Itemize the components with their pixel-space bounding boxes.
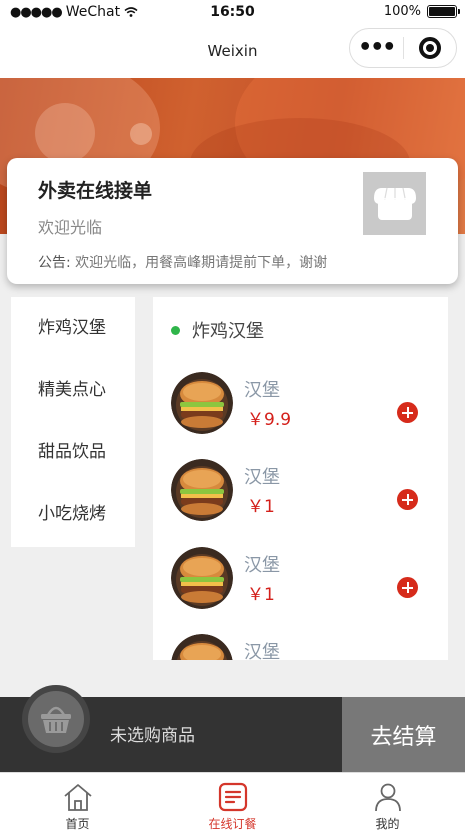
basket-icon	[41, 706, 71, 733]
battery-percent: 100%	[383, 4, 421, 19]
product-item[interactable]: 汉堡 ￥9.9	[171, 372, 441, 436]
burger-image	[171, 459, 233, 521]
notice-text: 欢迎光临，用餐高峰期请提前下单，谢谢	[75, 255, 328, 271]
shop-logo	[363, 172, 426, 235]
banner-decoration	[35, 103, 95, 163]
add-to-cart-button[interactable]	[397, 489, 418, 510]
bottom-tab-bar: 首页 在线订餐 我的	[0, 772, 465, 832]
shop-name: 外卖在线接单	[38, 180, 153, 202]
shop-notice: 公告: 欢迎光临，用餐高峰期请提前下单，谢谢	[38, 252, 327, 272]
cart-status-text: 未选购商品	[110, 726, 195, 746]
shop-info-card: 外卖在线接单 欢迎光临 公告: 欢迎光临，用餐高峰期请提前下单，谢谢	[7, 158, 458, 284]
home-icon	[61, 781, 95, 813]
tab-label: 在线订餐	[208, 817, 257, 831]
banner-decoration	[130, 123, 152, 145]
category-item[interactable]: 炸鸡汉堡	[11, 297, 135, 359]
close-circle-icon	[418, 37, 441, 59]
section-dot-icon	[171, 325, 180, 335]
order-icon	[216, 781, 250, 813]
tab-mine[interactable]: 我的	[310, 773, 465, 832]
person-icon	[371, 781, 405, 813]
cart-bar: 未选购商品 去结算	[0, 685, 465, 772]
nav-bar: Weixin •••	[0, 26, 465, 78]
shop-welcome: 欢迎光临	[38, 218, 103, 237]
section-title: 炸鸡汉堡	[192, 321, 264, 342]
category-item[interactable]: 精美点心	[11, 359, 135, 421]
add-to-cart-button[interactable]	[397, 577, 418, 598]
product-item[interactable]: 汉堡 ￥1	[171, 459, 441, 523]
cart-button[interactable]	[22, 685, 90, 753]
category-item[interactable]: 小吃烧烤	[11, 483, 135, 545]
product-price: ￥1	[247, 585, 275, 605]
checkout-button[interactable]: 去结算	[342, 697, 465, 772]
burger-image	[171, 634, 233, 660]
burger-image	[171, 372, 233, 434]
tab-order-online[interactable]: 在线订餐	[155, 773, 310, 832]
tab-label: 首页	[65, 817, 90, 831]
category-item[interactable]: 甜品饮品	[11, 421, 135, 483]
product-list: 炸鸡汉堡 汉堡 ￥9.9 汉堡 ￥1 汉堡 ￥1 汉堡	[153, 297, 448, 660]
tab-home[interactable]: 首页	[0, 773, 155, 832]
cart-icon-circle	[28, 691, 84, 747]
category-sidebar: 炸鸡汉堡 精美点心 甜品饮品 小吃烧烤	[11, 297, 135, 547]
product-price: ￥1	[247, 497, 275, 517]
product-price: ￥9.9	[247, 410, 292, 430]
status-bar: ●●●●● WeChat 16:50 100%	[0, 0, 465, 26]
storefront-icon	[373, 187, 416, 220]
notice-label: 公告:	[38, 255, 71, 271]
more-menu-icon[interactable]: •••	[350, 37, 403, 59]
battery-icon	[427, 5, 460, 18]
product-name: 汉堡	[244, 467, 280, 488]
section-header: 炸鸡汉堡	[171, 317, 264, 343]
product-name: 汉堡	[244, 380, 280, 401]
burger-image	[171, 547, 233, 609]
product-name: 汉堡	[244, 642, 280, 660]
product-item[interactable]: 汉堡 ￥1	[171, 547, 441, 611]
add-to-cart-button[interactable]	[397, 402, 418, 423]
product-name: 汉堡	[244, 555, 280, 576]
status-right: 100%	[383, 4, 460, 19]
miniprogram-capsule: •••	[349, 28, 457, 68]
product-item[interactable]: 汉堡	[171, 634, 441, 660]
tab-label: 我的	[375, 817, 400, 831]
close-miniprogram-button[interactable]	[404, 37, 457, 59]
